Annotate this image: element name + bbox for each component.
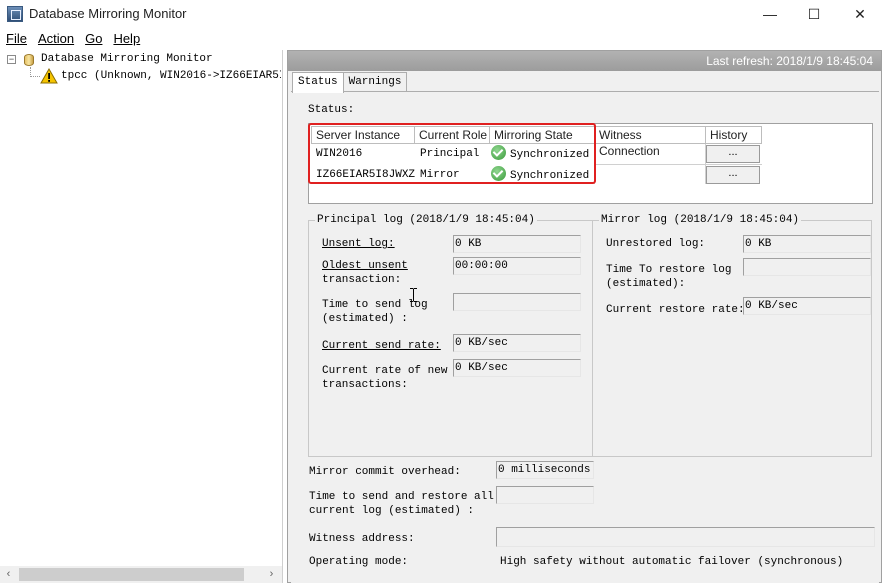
menu-help[interactable]: Help	[109, 30, 144, 48]
column-header-mirroring-state[interactable]: Mirroring State	[489, 126, 595, 144]
details-pane: Last refresh: 2018/1/9 18:45:04 Status W…	[287, 50, 882, 583]
time-send-restore-field[interactable]	[496, 486, 594, 504]
row2-state[interactable]: Synchronized	[491, 166, 589, 185]
window-title: Database Mirroring Monitor	[29, 6, 187, 21]
navigation-tree[interactable]	[0, 50, 283, 583]
status-label: Status:	[308, 104, 355, 116]
unsent-log-field[interactable]: 0 KB	[453, 235, 581, 253]
tree-collapse-toggle[interactable]: −	[7, 55, 16, 64]
time-send-restore-label-2: current log (estimated) :	[309, 505, 475, 517]
database-icon	[21, 52, 37, 68]
time-send-restore-label-1: Time to send and restore all	[309, 491, 494, 503]
minimize-button[interactable]: —	[747, 0, 793, 28]
unrestored-log-field[interactable]: 0 KB	[743, 235, 871, 253]
tree-database-item[interactable]: tpcc (Unknown, WIN2016->IZ66EIAR5I8JW	[61, 70, 281, 82]
status-tab-page: Status: Server Instance Current Role Mir…	[291, 91, 879, 583]
rate-new-tx-field[interactable]: 0 KB/sec	[453, 359, 581, 377]
time-to-send-label-2: (estimated) :	[322, 313, 408, 325]
oldest-unsent-field[interactable]: 00:00:00	[453, 257, 581, 275]
mirror-commit-overhead-label: Mirror commit overhead:	[309, 466, 461, 478]
row1-role[interactable]: Principal	[420, 145, 479, 163]
check-circle-icon	[491, 166, 506, 181]
oldest-unsent-label-1: Oldest unsent	[322, 260, 408, 272]
warning-icon	[40, 68, 58, 84]
menu-action-label: Action	[37, 31, 75, 46]
row1-state[interactable]: Synchronized	[491, 145, 589, 164]
menu-action[interactable]: Action	[34, 30, 78, 48]
row2-role[interactable]: Mirror	[420, 166, 460, 184]
tree-root-item[interactable]: Database Mirroring Monitor	[41, 53, 213, 65]
menu-help-label: Help	[113, 31, 141, 46]
column-header-server-instance[interactable]: Server Instance	[311, 126, 415, 144]
row2-server[interactable]: IZ66EIAR5I8JWXZ	[316, 166, 415, 184]
rate-new-tx-label-2: transactions:	[322, 379, 408, 391]
witness-address-label: Witness address:	[309, 533, 415, 545]
menu-go-label: Go	[85, 31, 103, 46]
mirroring-status-grid[interactable]: Server Instance Current Role Mirroring S…	[308, 123, 873, 204]
column-header-history[interactable]: History	[705, 126, 762, 144]
current-restore-rate-field[interactable]: 0 KB/sec	[743, 297, 871, 315]
unrestored-log-label: Unrestored log:	[606, 238, 706, 250]
title-bar: Database Mirroring Monitor — ☐ ✕	[0, 0, 885, 28]
column-header-witness-connection[interactable]: Witness Connection	[594, 126, 706, 158]
time-to-restore-field[interactable]	[743, 258, 871, 276]
oldest-unsent-label-2: transaction:	[322, 274, 402, 286]
row2-state-text: Synchronized	[510, 170, 590, 182]
menu-bar: File Action Go Help	[0, 30, 885, 48]
text-cursor-icon	[410, 288, 417, 302]
mirror-log-group: Mirror log (2018/1/9 18:45:04) Unrestore…	[592, 213, 872, 457]
menu-file-label: File	[6, 31, 27, 46]
rate-new-tx-label-1: Current rate of new	[322, 365, 448, 377]
row1-server[interactable]: WIN2016	[316, 145, 362, 163]
unsent-log-label: Unsent log:	[322, 238, 395, 250]
menu-go[interactable]: Go	[81, 30, 106, 48]
row1-history-button[interactable]: ...	[706, 145, 760, 163]
tab-status[interactable]: Status	[292, 72, 344, 93]
scroll-left-icon[interactable]: ‹	[0, 566, 17, 583]
current-restore-rate-label: Current restore rate:	[606, 304, 745, 316]
mirror-commit-overhead-field[interactable]: 0 milliseconds	[496, 461, 594, 479]
scrollbar-thumb[interactable]	[19, 568, 244, 581]
witness-address-field[interactable]	[496, 527, 875, 547]
last-refresh-bar: Last refresh: 2018/1/9 18:45:04	[288, 51, 881, 71]
time-to-restore-label-1: Time To restore log	[606, 264, 732, 276]
column-header-current-role[interactable]: Current Role	[414, 126, 490, 144]
tab-warnings[interactable]: Warnings	[342, 72, 408, 92]
row1-state-text: Synchronized	[510, 149, 590, 161]
current-send-rate-label: Current send rate:	[322, 340, 441, 352]
principal-log-group: Principal log (2018/1/9 18:45:04) Unsent…	[308, 213, 593, 457]
tree-horizontal-scrollbar[interactable]: ‹ ›	[0, 566, 282, 583]
operating-mode-label: Operating mode:	[309, 556, 409, 568]
check-circle-icon	[491, 145, 506, 160]
principal-log-title: Principal log (2018/1/9 18:45:04)	[315, 213, 537, 227]
tree-connector	[30, 76, 40, 77]
time-to-send-field[interactable]	[453, 293, 581, 311]
time-to-restore-label-2: (estimated):	[606, 278, 686, 290]
tab-strip: Status Warnings	[292, 72, 408, 93]
scroll-right-icon[interactable]: ›	[263, 566, 280, 583]
grid-divider	[594, 164, 762, 165]
menu-file[interactable]: File	[2, 30, 31, 48]
operating-mode-value: High safety without automatic failover (…	[500, 556, 844, 568]
close-button[interactable]: ✕	[837, 0, 883, 28]
current-send-rate-field[interactable]: 0 KB/sec	[453, 334, 581, 352]
app-icon	[7, 6, 23, 22]
row2-history-button[interactable]: ...	[706, 166, 760, 184]
mirror-log-title: Mirror log (2018/1/9 18:45:04)	[599, 213, 802, 227]
maximize-button[interactable]: ☐	[791, 0, 837, 28]
